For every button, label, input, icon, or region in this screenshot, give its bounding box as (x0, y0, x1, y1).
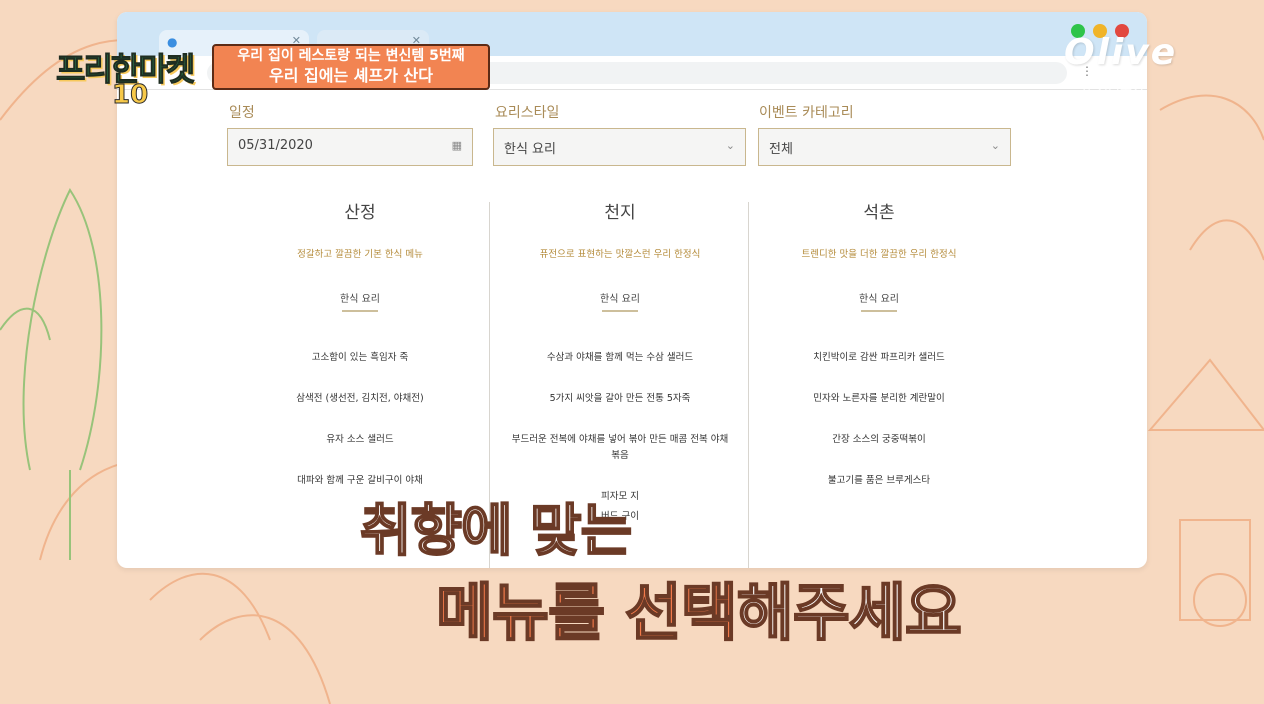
column-divider (748, 202, 749, 568)
restaurant-description: 트렌디한 맛을 더한 깔끔한 우리 한정식 (801, 249, 957, 260)
event-category-value: 전체 (769, 142, 793, 157)
channel-logo: Olive 와 거리두기 (1064, 32, 1214, 98)
calendar-icon[interactable]: ▦ (452, 139, 462, 152)
restaurant-category: 한식 요리 (600, 294, 640, 305)
episode-subtitle-line1: 우리 집이 레스토랑 되는 변신템 5번째 (237, 48, 465, 64)
restaurant-name[interactable]: 산정 (231, 200, 489, 226)
divider (602, 310, 638, 312)
restaurant-category: 한식 요리 (340, 294, 380, 305)
menu-item: 수삼과 야채를 함께 먹는 수삼 샐러드 (546, 352, 694, 363)
channel-logo-text: Olive (1064, 32, 1178, 73)
menu-list: 고소함이 있는 흑임자 죽 삼색전 (생선전, 김치전, 야채전) 유자 소스 … (231, 350, 489, 489)
menu-item: 민자와 노른자를 분리한 계란말이 (813, 393, 945, 404)
caption-line2: 메뉴를 선택해주세요 (435, 562, 963, 652)
restaurant-description: 퓨전으로 표현하는 맛깔스런 우리 한정식 (539, 249, 701, 260)
cuisine-style-value: 한식 요리 (504, 142, 556, 157)
restaurant-name[interactable]: 천지 (491, 200, 749, 226)
channel-tagline: 와 거리두기 (1080, 82, 1144, 97)
restaurant-category: 한식 요리 (859, 294, 899, 305)
restaurant-card-sanjeong[interactable]: 산정 정갈하고 깔끔한 기본 한식 메뉴 한식 요리 고소함이 있는 흑임자 죽… (231, 200, 489, 514)
caption-line1: 취향에 맞는 (359, 498, 633, 565)
caption-rest: 해주세요 (736, 575, 963, 650)
restaurant-name[interactable]: 석촌 (750, 200, 1008, 226)
menu-item: 치킨박이로 감싼 파프리카 샐러드 (813, 352, 945, 363)
divider (861, 310, 897, 312)
date-field-value: 05/31/2020 (238, 138, 313, 153)
show-logo-number: 10 (111, 80, 149, 111)
event-category-select[interactable]: 전체 ⌄ (758, 128, 1011, 166)
browser-window: ● ✕ ✕ ⋮ 일정 05/31/2020 ▦ 요리스타일 한식 요리 ⌄ 이벤… (117, 12, 1147, 568)
menu-list: 치킨박이로 감싼 파프리카 샐러드 민자와 노른자를 분리한 계란말이 간장 소… (750, 350, 1008, 489)
cuisine-style-select[interactable]: 한식 요리 ⌄ (493, 128, 746, 166)
event-category-label: 이벤트 카테고리 (759, 105, 854, 121)
menu-item: 5가지 씨앗을 갈아 만든 전통 5자죽 (549, 393, 691, 404)
date-field[interactable]: 05/31/2020 ▦ (227, 128, 473, 166)
chevron-down-icon: ⌄ (725, 139, 735, 152)
chevron-down-icon: ⌄ (990, 139, 1000, 152)
restaurant-card-seokchon[interactable]: 석촌 트렌디한 맛을 더한 깔끔한 우리 한정식 한식 요리 치킨박이로 감싼 … (750, 200, 1008, 514)
menu-item: 유자 소스 샐러드 (326, 434, 394, 445)
menu-item: 고소함이 있는 흑임자 죽 (311, 352, 409, 363)
show-logo: 프리한마켓 10 (55, 42, 218, 112)
cuisine-style-label: 요리스타일 (495, 105, 560, 121)
menu-item: 삼색전 (생선전, 김치전, 야채전) (296, 393, 424, 404)
episode-subtitle-box: 우리 집이 레스토랑 되는 변신템 5번째 우리 집에는 셰프가 산다 (212, 44, 490, 90)
episode-subtitle-line2: 우리 집에는 셰프가 산다 (269, 66, 433, 85)
menu-item: 불고기를 품은 브루게스타 (827, 475, 931, 486)
restaurant-description: 정갈하고 깔끔한 기본 한식 메뉴 (297, 249, 423, 260)
caption-highlight: 메뉴를 선택 (435, 575, 739, 650)
menu-item: 간장 소스의 궁중떡볶이 (832, 434, 926, 445)
menu-item: 부드러운 전복에 야채를 넣어 볶아 만든 매콤 전복 야채 볶음 (511, 434, 729, 461)
date-filter-label: 일정 (229, 105, 255, 121)
divider (342, 310, 378, 312)
